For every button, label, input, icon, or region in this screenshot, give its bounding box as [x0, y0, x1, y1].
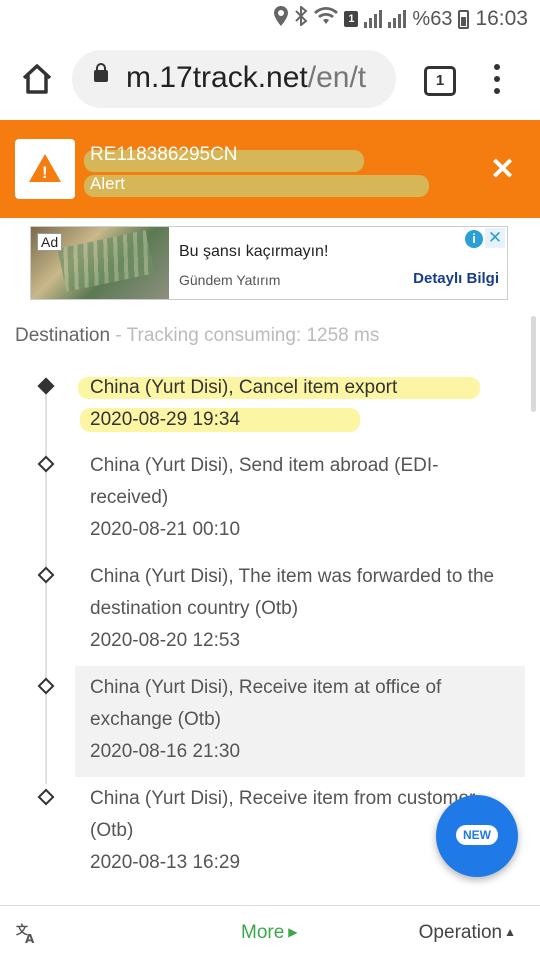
ad-banner[interactable]: Ad Bu şansı kaçırmayın! Gündem Yatırım D… [30, 226, 508, 300]
destination-header: Destination - Tracking consuming: 1258 m… [15, 325, 379, 347]
timeline-marker [37, 788, 55, 806]
timeline-line [45, 384, 47, 784]
tab-switcher-button[interactable]: 1 [424, 66, 456, 96]
event-description: China (Yurt Disi), Receive item at offic… [90, 677, 442, 730]
operation-label: Operation [418, 922, 503, 943]
destination-separator: - [110, 325, 127, 346]
close-icon[interactable]: ✕ [490, 155, 515, 185]
svg-text:A: A [25, 932, 35, 944]
url-bar[interactable]: m.17track.net/en/t [72, 50, 396, 108]
caret-up-icon: ▲ [504, 925, 516, 939]
status-bar: 1 %63 16:03 [0, 0, 540, 38]
destination-label: Destination [15, 325, 111, 346]
timeline-marker [37, 455, 55, 473]
more-button[interactable]: More ▶ [241, 922, 298, 944]
scrollbar-thumb[interactable] [531, 316, 536, 412]
new-feature-fab[interactable]: NEW [436, 795, 518, 877]
timeline-event: China (Yurt Disi), Send item abroad (EDI… [75, 444, 525, 554]
event-description: China (Yurt Disi), Send item abroad (EDI… [90, 455, 439, 508]
event-time: 2020-08-21 00:10 [90, 519, 241, 540]
timeline-event: China (Yurt Disi), The item was forwarde… [75, 555, 525, 665]
event-time: 2020-08-20 12:53 [90, 630, 241, 651]
clock: 16:03 [475, 7, 528, 30]
ad-info-icon[interactable]: i [465, 230, 483, 248]
home-icon[interactable] [20, 62, 54, 96]
timeline-marker [37, 677, 55, 695]
event-time: 2020-08-29 19:34 [90, 409, 241, 430]
warning-icon-box: ! [15, 139, 75, 199]
battery-icon [458, 9, 470, 29]
browser-toolbar: m.17track.net/en/t 1 [0, 38, 540, 120]
timeline-event: China (Yurt Disi), Cancel item export 20… [75, 366, 525, 444]
wifi-icon [314, 7, 339, 31]
signal-icon [364, 10, 383, 28]
bottom-toolbar: 文A More ▶ Operation ▲ [0, 905, 540, 961]
tracking-time-meta: Tracking consuming: 1258 ms [126, 325, 380, 346]
event-time: 2020-08-16 21:30 [90, 741, 241, 762]
caret-right-icon: ▶ [288, 925, 298, 939]
ad-title[interactable]: Bu şansı kaçırmayın! [179, 243, 328, 261]
url-text: m.17track.net/en/t [126, 61, 366, 95]
tracking-status: Alert [90, 174, 125, 193]
ad-sponsor: Gündem Yatırım [179, 272, 281, 288]
tracking-number: RE118386295CN [90, 144, 238, 165]
signal-icon-2 [388, 10, 407, 28]
operation-button[interactable]: Operation ▲ [419, 922, 516, 944]
translate-icon[interactable]: 文A [16, 922, 38, 950]
new-badge: NEW [456, 825, 498, 845]
more-label: More [241, 922, 285, 943]
ad-cta-link[interactable]: Detaylı Bilgi [413, 270, 499, 287]
ad-close-icon[interactable]: ✕ [485, 228, 505, 248]
overflow-menu-icon[interactable] [492, 64, 502, 98]
status-icons: 1 %63 16:03 [274, 4, 528, 32]
location-icon [274, 6, 289, 32]
event-description: China (Yurt Disi), Cancel item export [90, 377, 398, 398]
url-path: /en/t [307, 61, 367, 94]
ad-tag: Ad [37, 233, 63, 251]
bluetooth-icon [294, 4, 308, 32]
url-domain: m.17track.net [126, 61, 308, 94]
timeline-marker [37, 566, 55, 584]
battery-percent: %63 [412, 7, 453, 30]
lock-icon [94, 63, 108, 82]
timeline-marker-latest [37, 377, 55, 395]
event-description: China (Yurt Disi), The item was forwarde… [90, 566, 495, 619]
timeline-event: China (Yurt Disi), Receive item at offic… [75, 666, 525, 777]
sim-badge: 1 [344, 11, 359, 27]
